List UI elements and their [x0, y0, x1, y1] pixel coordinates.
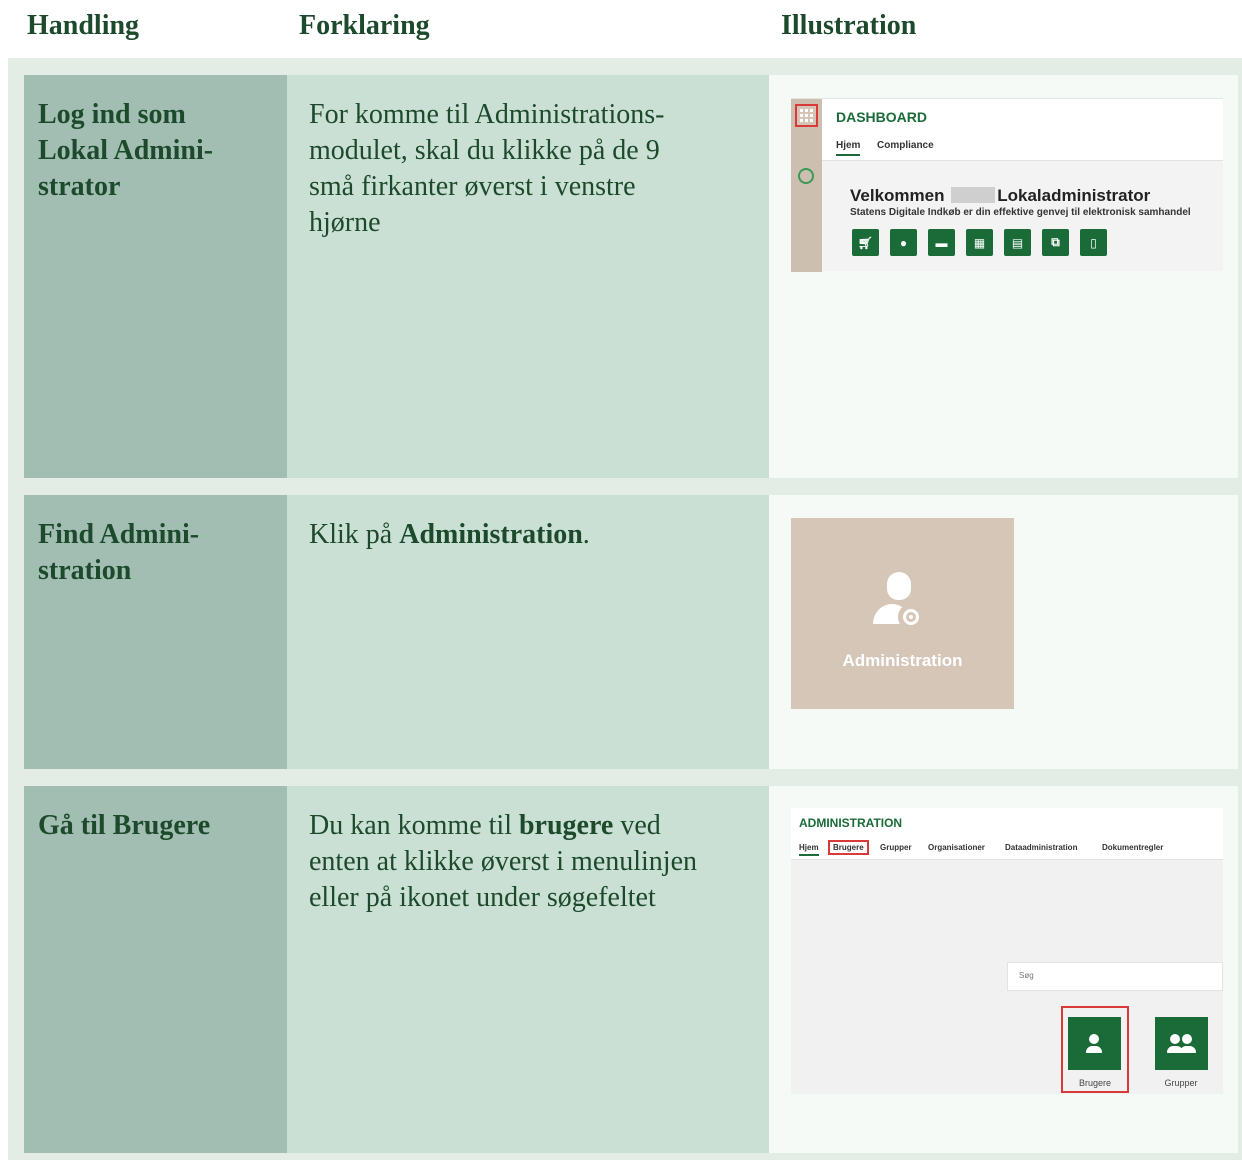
group-icon-body [1180, 1046, 1196, 1053]
illustration-cell: DASHBOARD Hjem Compliance Velkommen Loka… [769, 75, 1238, 478]
table-row: Log ind som Lokal Admini- strator For ko… [24, 75, 1238, 478]
user-icon [1089, 1034, 1099, 1044]
handshake-icon[interactable]: ▬ [928, 229, 955, 256]
dashboard-title: DASHBOARD [836, 109, 927, 125]
brugere-tile[interactable] [1068, 1017, 1121, 1070]
tab-organisationer[interactable]: Organisationer [928, 843, 985, 852]
app-grid-icon[interactable] [795, 104, 818, 127]
administration-tile[interactable]: Administration [791, 518, 1014, 709]
document-icon[interactable]: ▯ [1080, 229, 1107, 256]
handling-text: Find Admini- stration [38, 519, 200, 586]
dashboard-screenshot: DASHBOARD Hjem Compliance Velkommen Loka… [791, 98, 1223, 272]
handling-cell: Find Admini- stration [24, 495, 287, 769]
forklaring-text: Klik på Administration. [309, 517, 747, 553]
forklaring-text: Du kan komme til brugere ved enten at kl… [309, 808, 747, 916]
header-forklaring: Forklaring [299, 10, 430, 41]
administration-title: ADMINISTRATION [799, 816, 903, 830]
tab-dataadministration[interactable]: Dataadministration [1005, 843, 1077, 852]
user-icon-body [1086, 1046, 1102, 1053]
handling-text: Gå til Brugere [38, 810, 211, 841]
redacted-name [951, 187, 996, 203]
tab-compliance[interactable]: Compliance [877, 140, 934, 151]
forklaring-cell: Klik på Administration. [287, 495, 769, 769]
brugere-tile-label: Brugere [1078, 1078, 1112, 1088]
dashboard-header: DASHBOARD Hjem Compliance [822, 99, 1223, 161]
role-text: Lokaladministrator [997, 186, 1151, 205]
welcome-subtitle: Statens Digitale Indkøb er din effektive… [850, 207, 1191, 218]
administration-screenshot: ADMINISTRATION Hjem Brugere Grupper Orga… [791, 808, 1223, 1094]
tab-hjem[interactable]: Hjem [836, 140, 861, 156]
header-handling: Handling [27, 10, 140, 41]
forklaring-cell: Du kan komme til brugere ved enten at kl… [287, 786, 769, 1153]
handling-cell: Log ind som Lokal Admini- strator [24, 75, 287, 478]
invoice-icon[interactable]: ▤ [1004, 229, 1031, 256]
grupper-tile-label: Grupper [1164, 1078, 1198, 1088]
handling-text: Log ind som Lokal Admini- strator [38, 99, 214, 202]
compass-icon[interactable] [798, 168, 814, 184]
illustration-cell: Administration [769, 495, 1238, 769]
welcome-heading: Velkommen Lokaladministrator [850, 186, 1150, 206]
grupper-tile[interactable] [1155, 1017, 1208, 1070]
tab-grupper[interactable]: Grupper [880, 843, 912, 852]
administration-header: ADMINISTRATION Hjem Brugere Grupper Orga… [791, 808, 1223, 860]
user-icon[interactable]: ● [890, 229, 917, 256]
forklaring-prefix: Klik på [309, 519, 400, 550]
tab-dokumentregler[interactable]: Dokumentregler [1102, 843, 1163, 852]
search-input[interactable]: Søg [1007, 962, 1223, 991]
group-icon [1170, 1034, 1180, 1044]
shortcut-icons: 🛒︎ ● ▬ ▦ ▤ ⧉ ▯ [852, 229, 1107, 256]
forklaring-text: For komme til Administrations- modulet, … [309, 99, 665, 238]
welcome-text: Velkommen [850, 186, 945, 205]
admin-user-gear-icon [873, 570, 933, 640]
handling-cell: Gå til Brugere [24, 786, 287, 1153]
table-row: Find Admini- stration Klik på Administra… [24, 495, 1238, 769]
forklaring-bold: Administration [399, 519, 583, 550]
exchange-icon[interactable]: ⧉ [1042, 229, 1069, 256]
forklaring-prefix: Du kan komme til [309, 810, 519, 841]
cart-icon[interactable]: 🛒︎ [852, 229, 879, 256]
dashboard-sidebar [791, 99, 822, 272]
tab-brugere[interactable]: Brugere [828, 840, 869, 855]
table-row: Gå til Brugere Du kan komme til brugere … [24, 786, 1238, 1153]
administration-tile-label: Administration [842, 651, 963, 670]
forklaring-bold: brugere [518, 810, 614, 841]
header-illustration: Illustration [781, 10, 917, 41]
forklaring-cell: For komme til Administrations- modulet, … [287, 75, 769, 478]
search-placeholder: Søg [1019, 971, 1034, 980]
forklaring-suffix: . [582, 519, 590, 550]
illustration-cell: ADMINISTRATION Hjem Brugere Grupper Orga… [769, 786, 1238, 1153]
group-icon-head [1182, 1034, 1192, 1044]
excel-icon[interactable]: ▦ [966, 229, 993, 256]
tab-hjem[interactable]: Hjem [799, 843, 819, 856]
